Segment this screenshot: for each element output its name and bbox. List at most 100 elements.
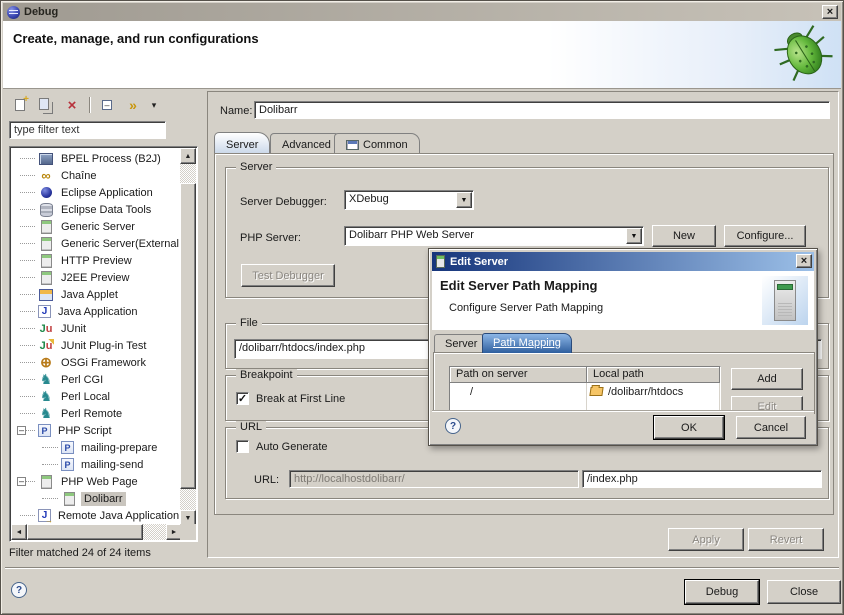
tree-item[interactable]: JUnit Plug-in Test: [11, 337, 182, 354]
tree-item[interactable]: Perl Remote: [11, 405, 182, 422]
add-button[interactable]: Add: [731, 368, 803, 390]
vertical-scroll-thumb[interactable]: [180, 183, 196, 489]
tree-item[interactable]: Eclipse Application: [11, 184, 182, 201]
webserver-icon: [38, 475, 54, 489]
tree-item[interactable]: Generic Server: [11, 218, 182, 235]
debug-button[interactable]: Debug: [685, 580, 759, 604]
tree-item[interactable]: OSGi Framework: [11, 354, 182, 371]
horizontal-scroll-thumb[interactable]: [27, 524, 143, 540]
junit-icon: [38, 322, 54, 336]
applet-icon: [38, 288, 54, 302]
php-icon: [61, 458, 74, 471]
window-titlebar[interactable]: Debug ×: [3, 3, 841, 21]
collapse-all-icon[interactable]: –: [96, 95, 118, 115]
url-group-title: URL: [236, 421, 266, 433]
chevron-down-icon[interactable]: ▼: [456, 192, 472, 208]
collapse-icon[interactable]: –: [17, 426, 26, 435]
server-icon: [436, 255, 445, 268]
database-icon: [38, 203, 54, 217]
tree-item-label: JUnit Plug-in Test: [58, 339, 149, 353]
server-debugger-select[interactable]: XDebug ▼: [344, 190, 474, 210]
tree-vertical-scrollbar[interactable]: ▲ ▼: [180, 148, 196, 526]
eclipse-icon: [38, 186, 54, 200]
table-row[interactable]: //dolibarr/htdocs: [450, 383, 720, 400]
name-input[interactable]: Dolibarr: [254, 101, 830, 119]
tree-item[interactable]: mailing-send: [11, 456, 182, 473]
sidebar-toolbar: × – » ▾: [9, 94, 160, 116]
tab-common[interactable]: Common: [334, 133, 420, 153]
perl-icon: [38, 390, 54, 404]
chevron-down-icon[interactable]: ▼: [626, 228, 642, 244]
tree-item-label: Chaîne: [58, 169, 99, 183]
scrollbar-corner: [180, 524, 196, 540]
eclipse-icon: [7, 6, 20, 19]
new-launch-configuration-icon[interactable]: [9, 95, 31, 115]
debug-configurations-window: Debug × Create, manage, and run configur…: [0, 0, 844, 615]
break-first-line-checkbox[interactable]: [236, 392, 249, 405]
dialog-tab-path-mapping[interactable]: Path Mapping: [482, 333, 572, 353]
duplicate-icon[interactable]: [35, 95, 57, 115]
webserver-icon: [61, 492, 77, 506]
toolbar-menu-icon[interactable]: ▾: [148, 95, 160, 115]
filter-input[interactable]: type filter text: [9, 121, 166, 139]
tree-item[interactable]: Perl CGI: [11, 371, 182, 388]
path-mapping-table[interactable]: Path on server Local path //dolibarr/htd…: [449, 366, 721, 412]
tree-item[interactable]: JUnit: [11, 320, 182, 337]
tree-item[interactable]: –PHP Web Page: [11, 473, 182, 490]
tree-item[interactable]: Java Application: [11, 303, 182, 320]
close-button[interactable]: Close: [767, 580, 841, 604]
configure-button[interactable]: Configure...: [724, 225, 806, 247]
tree-item[interactable]: –PHP Script: [11, 422, 182, 439]
perl-icon: [38, 407, 54, 421]
dialog-tab-server[interactable]: Server: [434, 334, 488, 353]
tab-server[interactable]: Server: [214, 132, 270, 153]
tree-item[interactable]: Chaîne: [11, 167, 182, 184]
apply-button[interactable]: Apply: [668, 528, 744, 551]
cancel-button[interactable]: Cancel: [736, 416, 806, 439]
tree-item-label: Eclipse Data Tools: [58, 203, 154, 217]
window-close-icon[interactable]: ×: [822, 5, 838, 19]
dialog-button-bar: ? OK Cancel: [432, 410, 814, 442]
revert-button[interactable]: Revert: [748, 528, 824, 551]
tree-item[interactable]: Eclipse Data Tools: [11, 201, 182, 218]
banner-title: Create, manage, and run configurations: [13, 31, 259, 46]
tree-item[interactable]: Dolibarr: [11, 490, 182, 507]
url-suffix-input[interactable]: /index.php: [582, 470, 822, 488]
dialog-titlebar[interactable]: Edit Server ×: [432, 252, 814, 271]
dialog-close-icon[interactable]: ×: [796, 254, 812, 268]
column-header-path-on-server[interactable]: Path on server: [450, 367, 587, 383]
tree-item[interactable]: Remote Java Application: [11, 507, 182, 524]
bpel-icon: [38, 152, 54, 166]
test-debugger-button[interactable]: Test Debugger: [241, 264, 335, 287]
tree-item-label: Perl Remote: [58, 407, 125, 421]
banner: Create, manage, and run configurations: [3, 21, 841, 89]
tree-item[interactable]: BPEL Process (B2J): [11, 150, 182, 167]
tab-advanced[interactable]: Advanced: [270, 133, 343, 153]
dialog-help-icon[interactable]: ?: [445, 418, 461, 434]
tree-item[interactable]: J2EE Preview: [11, 269, 182, 286]
dialog-heading: Edit Server Path Mapping: [440, 278, 597, 293]
ok-button[interactable]: OK: [654, 416, 724, 439]
php-server-select[interactable]: Dolibarr PHP Web Server ▼: [344, 226, 644, 246]
delete-icon[interactable]: ×: [61, 95, 83, 115]
help-icon[interactable]: ?: [11, 582, 27, 598]
tree-item[interactable]: Perl Local: [11, 388, 182, 405]
server-icon: [38, 271, 54, 285]
tree-horizontal-scrollbar[interactable]: ◄ ►: [11, 524, 182, 540]
server-icon: [38, 220, 54, 234]
tree-item[interactable]: Generic Server(External La: [11, 235, 182, 252]
auto-generate-checkbox[interactable]: [236, 440, 249, 453]
tree-item[interactable]: HTTP Preview: [11, 252, 182, 269]
scroll-left-icon[interactable]: ◄: [11, 524, 27, 540]
scroll-up-icon[interactable]: ▲: [180, 148, 196, 164]
column-header-local-path[interactable]: Local path: [587, 367, 720, 383]
collapse-icon[interactable]: –: [17, 477, 26, 486]
auto-generate-label: Auto Generate: [256, 441, 328, 453]
filter-icon[interactable]: »: [122, 95, 144, 115]
new-server-button[interactable]: New: [652, 225, 716, 247]
tree-item[interactable]: Java Applet: [11, 286, 182, 303]
tree-item-label: HTTP Preview: [58, 254, 135, 268]
tree-item[interactable]: mailing-prepare: [11, 439, 182, 456]
configurations-tree[interactable]: BPEL Process (B2J) ChaîneEclipse Applicat…: [11, 148, 182, 526]
dialog-title: Edit Server: [450, 256, 508, 268]
